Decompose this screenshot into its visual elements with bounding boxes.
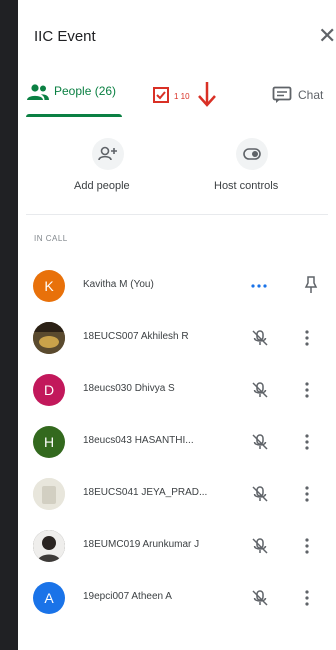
- host-controls-icon-wrap: [236, 138, 268, 170]
- meeting-details-panel: IIC Event ✕ People (26) 1 10 Chat Add pe…: [18, 0, 336, 650]
- tab-people[interactable]: People (26): [26, 70, 138, 116]
- mic-off-icon: [252, 382, 268, 398]
- avatar: [33, 322, 65, 354]
- add-people-icon-wrap: [92, 138, 124, 170]
- tab-activities-text: 1 10: [174, 92, 190, 101]
- avatar: A: [33, 582, 65, 614]
- tab-people-label: People (26): [54, 84, 117, 98]
- avatar-photo: [33, 322, 65, 354]
- more-vert-icon[interactable]: [300, 588, 314, 608]
- avatar: [33, 478, 65, 510]
- checkbox-icon: [153, 87, 169, 103]
- host-controls-button[interactable]: Host controls: [212, 128, 312, 208]
- add-people-button[interactable]: Add people: [70, 128, 170, 208]
- participant-name: 18EUMC019 Arunkumar J: [83, 539, 200, 550]
- avatar-photo: [33, 478, 65, 510]
- mic-off-icon: [252, 434, 268, 450]
- avatar-photo: [33, 530, 65, 562]
- arrow-down-icon: [198, 82, 216, 107]
- participant-name: Kavitha M (You): [83, 279, 154, 290]
- participant-name: 18EUCS041 JEYA_PRAD...: [83, 487, 208, 498]
- people-icon: [27, 84, 49, 100]
- mic-off-icon: [252, 330, 268, 346]
- mic-off-icon: [252, 590, 268, 606]
- participant-row[interactable]: K Kavitha M (You): [18, 260, 336, 312]
- more-vert-icon[interactable]: [300, 328, 314, 348]
- chat-icon: [272, 86, 292, 103]
- background-window-edge: [0, 0, 18, 650]
- avatar: D: [33, 374, 65, 406]
- panel-header: IIC Event ✕: [18, 0, 336, 64]
- add-person-icon: [98, 146, 117, 161]
- tab-chat-label: Chat: [298, 88, 324, 102]
- more-vert-icon[interactable]: [300, 432, 314, 452]
- participant-row[interactable]: D 18eucs030 Dhivya S: [18, 364, 336, 416]
- participant-row[interactable]: 18EUCS041 JEYA_PRAD...: [18, 468, 336, 520]
- participant-row[interactable]: 18EUCS007 Akhilesh R: [18, 312, 336, 364]
- more-vert-icon[interactable]: [300, 380, 314, 400]
- tab-activities[interactable]: 1 10: [152, 80, 224, 110]
- participant-row[interactable]: A 19epci007 Atheen A: [18, 572, 336, 624]
- panel-tabs: People (26) 1 10 Chat: [18, 70, 336, 122]
- pin-icon[interactable]: [302, 274, 320, 296]
- avatar: H: [33, 426, 65, 458]
- participant-name: 18EUCS007 Akhilesh R: [83, 331, 189, 342]
- participant-name: 18eucs043 HASANTHI...: [83, 435, 194, 446]
- host-controls-label: Host controls: [214, 180, 279, 192]
- active-tab-indicator: [26, 114, 122, 117]
- participant-row[interactable]: 18EUMC019 Arunkumar J: [18, 520, 336, 572]
- participant-row[interactable]: H 18eucs043 HASANTHI...: [18, 416, 336, 468]
- mic-off-icon: [252, 486, 268, 502]
- meeting-title: IIC Event: [34, 28, 96, 45]
- add-people-label: Add people: [74, 180, 130, 192]
- audio-indicator-icon: [251, 284, 267, 288]
- avatar: K: [33, 270, 65, 302]
- avatar: [33, 530, 65, 562]
- toggle-icon: [243, 148, 261, 160]
- panel-actions: Add people Host controls: [18, 128, 336, 214]
- mic-off-icon: [252, 538, 268, 554]
- participant-name: 19epci007 Atheen A: [83, 591, 172, 602]
- participant-name: 18eucs030 Dhivya S: [83, 383, 175, 394]
- divider: [26, 214, 328, 215]
- more-vert-icon[interactable]: [300, 484, 314, 504]
- in-call-section-label: IN CALL: [34, 234, 68, 243]
- more-vert-icon[interactable]: [300, 536, 314, 556]
- close-icon[interactable]: ✕: [318, 24, 336, 48]
- tab-chat[interactable]: Chat: [272, 80, 336, 110]
